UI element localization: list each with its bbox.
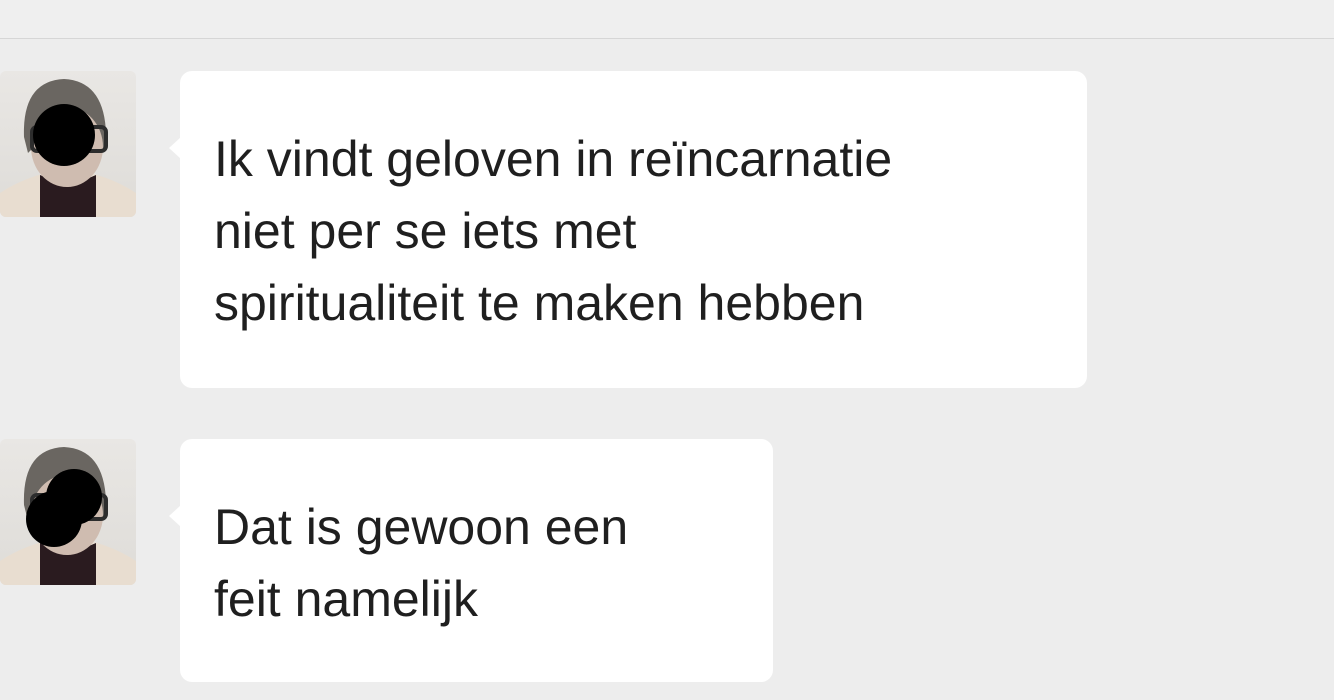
- avatar-photo-icon: [0, 447, 136, 585]
- message-row: Dat is gewoon een feit namelijk: [0, 439, 1334, 682]
- message-bubble[interactable]: Ik vindt geloven in reïncarnatie niet pe…: [169, 71, 1087, 388]
- message-text: Dat is gewoon een feit namelijk: [214, 491, 739, 635]
- message-line: feit namelijk: [214, 571, 478, 627]
- message-row: Ik vindt geloven in reïncarnatie niet pe…: [0, 71, 1334, 389]
- redaction-blot: [26, 491, 82, 547]
- chat-screen: Ik vindt geloven in reïncarnatie niet pe…: [0, 0, 1334, 700]
- message-bubble[interactable]: Dat is gewoon een feit namelijk: [169, 439, 773, 682]
- redaction-blot: [33, 104, 95, 166]
- header-bar: [0, 0, 1334, 39]
- message-line: niet per se iets met: [214, 203, 637, 259]
- message-line: Dat is gewoon een: [214, 499, 629, 555]
- avatar[interactable]: [0, 439, 136, 585]
- avatar-photo-icon: [0, 79, 136, 217]
- message-line: Ik vindt geloven in reïncarnatie: [214, 131, 893, 187]
- message-text: Ik vindt geloven in reïncarnatie niet pe…: [214, 123, 1053, 339]
- avatar[interactable]: [0, 71, 136, 217]
- message-line: spiritualiteit te maken hebben: [214, 275, 865, 331]
